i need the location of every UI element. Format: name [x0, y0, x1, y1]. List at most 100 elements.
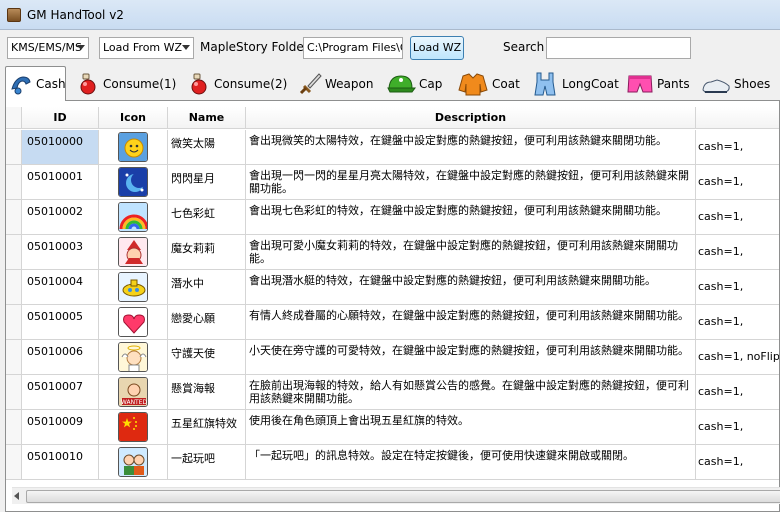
table-row[interactable]: 05010001 閃閃星月 會出現一閃一閃的星星月亮太陽特效，在鍵盤中設定對應的熱鍵… — [6, 165, 779, 200]
cell-description[interactable]: 小天使在旁守護的可愛特效，在鍵盤中設定對應的熱鍵按鈕，便可利用該熱鍵來開關功能。 — [246, 340, 696, 374]
column-header-name[interactable]: Name — [168, 107, 246, 128]
pants-icon — [626, 72, 654, 96]
tab-cap[interactable]: Cap — [386, 68, 442, 100]
cell-extra[interactable]: cash=1, — [696, 410, 779, 444]
cell-id[interactable]: 05010006 — [22, 340, 99, 374]
tab-longcoat[interactable]: LongCoat — [531, 68, 619, 100]
cell-description[interactable]: 會出現可愛小魔女莉莉的特效，在鍵盤中設定對應的熱鍵按鈕，便可利用該熱鍵來開關功能… — [246, 235, 696, 269]
tab-consume-2[interactable]: Consume(2) — [187, 68, 287, 100]
table-row[interactable]: 05010004 潛水中 會出現潛水艇的特效，在鍵盤中設定對應的熱鍵按鈕，便可利用該… — [6, 270, 779, 305]
cell-extra[interactable]: cash=1, — [696, 375, 779, 409]
search-input[interactable] — [546, 37, 691, 59]
tab-coat[interactable]: Coat — [457, 68, 520, 100]
cell-extra[interactable]: cash=1, — [696, 445, 779, 479]
column-header-extra[interactable] — [696, 107, 779, 128]
title-bar: GM HandTool v2 — [0, 0, 780, 30]
cell-id[interactable]: 05010005 — [22, 305, 99, 339]
chevron-down-icon — [182, 45, 190, 50]
cell-id[interactable]: 05010004 — [22, 270, 99, 304]
cell-extra[interactable]: cash=1, — [696, 235, 779, 269]
cell-extra[interactable]: cash=1, — [696, 305, 779, 339]
cell-extra[interactable]: cash=1, — [696, 200, 779, 234]
cell-id[interactable]: 05010002 — [22, 200, 99, 234]
load-wz-button[interactable]: Load WZ — [410, 36, 464, 60]
row-selector[interactable] — [6, 340, 22, 374]
cell-id[interactable]: 05010010 — [22, 445, 99, 479]
load-from-select[interactable]: Load From WZ — [99, 37, 194, 59]
row-selector[interactable] — [6, 130, 22, 164]
folder-path-input[interactable]: C:\Program Files\Ga — [303, 37, 403, 59]
column-header-description[interactable]: Description — [246, 107, 696, 128]
cell-id[interactable]: 05010009 — [22, 410, 99, 444]
region-select[interactable]: KMS/EMS/MS — [7, 37, 89, 59]
scroll-left-arrow-icon[interactable] — [14, 492, 19, 500]
table-row[interactable]: 05010000 微笑太陽 會出現微笑的太陽特效，在鍵盤中設定對應的熱鍵按鈕，便可利… — [6, 130, 779, 165]
row-selector[interactable] — [6, 375, 22, 409]
tab-weapon[interactable]: Weapon — [298, 68, 373, 100]
tab-label: Consume(1) — [103, 77, 177, 91]
cell-extra[interactable]: cash=1, — [696, 130, 779, 164]
folder-path-value: C:\Program Files\Ga — [307, 41, 402, 54]
cell-description[interactable]: 會出現微笑的太陽特效，在鍵盤中設定對應的熱鍵按鈕，便可利用該熱鍵來關閉功能。 — [246, 130, 696, 164]
column-header-icon[interactable]: Icon — [99, 107, 168, 128]
table-row[interactable]: 05010007 WANTED 懸賞海報 在臉前出現海報的特效，給人有如懸賞公告的感覺… — [6, 375, 779, 410]
tab-consume-1[interactable]: Consume(1) — [76, 68, 176, 100]
cell-icon — [99, 235, 168, 269]
cell-icon — [99, 200, 168, 234]
row-selector[interactable] — [6, 270, 22, 304]
tab-label: LongCoat — [562, 77, 619, 91]
row-selector[interactable] — [6, 410, 22, 444]
cell-description[interactable]: 會出現七色彩虹的特效，在鍵盤中設定對應的熱鍵按鈕，便可利用該熱鍵來開關功能。 — [246, 200, 696, 234]
column-header-id[interactable]: ID — [22, 107, 99, 128]
row-selector[interactable] — [6, 305, 22, 339]
tab-cash[interactable]: Cash — [5, 66, 66, 101]
cell-id[interactable]: 05010003 — [22, 235, 99, 269]
cell-name[interactable]: 五星紅旗特效 — [168, 410, 246, 444]
table-row[interactable]: 05010005 戀愛心願 有情人終成眷屬的心願特效，在鍵盤中設定對應的熱鍵按鈕，便… — [6, 305, 779, 340]
cell-extra[interactable]: cash=1, noFlip= — [696, 340, 779, 374]
cell-name[interactable]: 戀愛心願 — [168, 305, 246, 339]
table-row[interactable]: 05010006 守護天使 小天使在旁守護的可愛特效，在鍵盤中設定對應的熱鍵按鈕，便… — [6, 340, 779, 375]
cell-id[interactable]: 05010001 — [22, 165, 99, 199]
table-row[interactable]: 05010003 魔女莉莉 會出現可愛小魔女莉莉的特效，在鍵盤中設定對應的熱鍵按鈕，… — [6, 235, 779, 270]
cell-id[interactable]: 05010000 — [22, 130, 99, 164]
row-selector[interactable] — [6, 235, 22, 269]
table-row[interactable]: 05010010 一起玩吧 「一起玩吧」的訊息特效。設定在特定按鍵後，便可使用快速鍵… — [6, 445, 779, 480]
cell-name[interactable]: 一起玩吧 — [168, 445, 246, 479]
row-selector[interactable] — [6, 200, 22, 234]
cell-description[interactable]: 有情人終成眷屬的心願特效，在鍵盤中設定對應的熱鍵按鈕，便可利用該熱鍵來開關功能。 — [246, 305, 696, 339]
cell-name[interactable]: 微笑太陽 — [168, 130, 246, 164]
horizontal-scrollbar[interactable] — [12, 487, 780, 504]
cell-description[interactable]: 會出現一閃一閃的星星月亮太陽特效，在鍵盤中設定對應的熱鍵按鈕，便可利用該熱鍵來開… — [246, 165, 696, 199]
together-icon — [118, 447, 148, 477]
cell-name[interactable]: 懸賞海報 — [168, 375, 246, 409]
folder-label: MapleStory Folder — [200, 40, 309, 54]
cell-description[interactable]: 在臉前出現海報的特效，給人有如懸賞公告的感覺。在鍵盤中設定對應的熱鍵按鈕，便可利… — [246, 375, 696, 409]
cell-extra[interactable]: cash=1, — [696, 165, 779, 199]
angel-icon — [118, 342, 148, 372]
app-icon — [7, 7, 21, 22]
tab-pants[interactable]: Pants — [626, 68, 690, 100]
tab-label: Weapon — [325, 77, 374, 91]
cell-icon — [99, 305, 168, 339]
cell-icon: WANTED — [99, 375, 168, 409]
cell-id[interactable]: 05010007 — [22, 375, 99, 409]
tab-label: Cap — [419, 77, 443, 91]
tab-shoes[interactable]: Shoes — [701, 68, 770, 100]
scroll-thumb[interactable] — [26, 490, 780, 503]
cell-description[interactable]: 會出現潛水艇的特效，在鍵盤中設定對應的熱鍵按鈕，便可利用該熱鍵來開關功能。 — [246, 270, 696, 304]
cell-extra[interactable]: cash=1, — [696, 270, 779, 304]
row-selector-header — [6, 107, 22, 128]
cell-name[interactable]: 潛水中 — [168, 270, 246, 304]
row-selector[interactable] — [6, 445, 22, 479]
cell-name[interactable]: 七色彩虹 — [168, 200, 246, 234]
row-selector[interactable] — [6, 165, 22, 199]
cell-icon — [99, 165, 168, 199]
cell-description[interactable]: 「一起玩吧」的訊息特效。設定在特定按鍵後，便可使用快速鍵來開啟或關閉。 — [246, 445, 696, 479]
cell-name[interactable]: 守護天使 — [168, 340, 246, 374]
cell-name[interactable]: 魔女莉莉 — [168, 235, 246, 269]
table-row[interactable]: 05010002 七色彩虹 會出現七色彩虹的特效，在鍵盤中設定對應的熱鍵按鈕，便可利… — [6, 200, 779, 235]
cell-name[interactable]: 閃閃星月 — [168, 165, 246, 199]
table-row[interactable]: 05010009 五星紅旗特效 使用後在角色頭頂上會出現五星紅旗的特效。 cash=1… — [6, 410, 779, 445]
cell-description[interactable]: 使用後在角色頭頂上會出現五星紅旗的特效。 — [246, 410, 696, 444]
